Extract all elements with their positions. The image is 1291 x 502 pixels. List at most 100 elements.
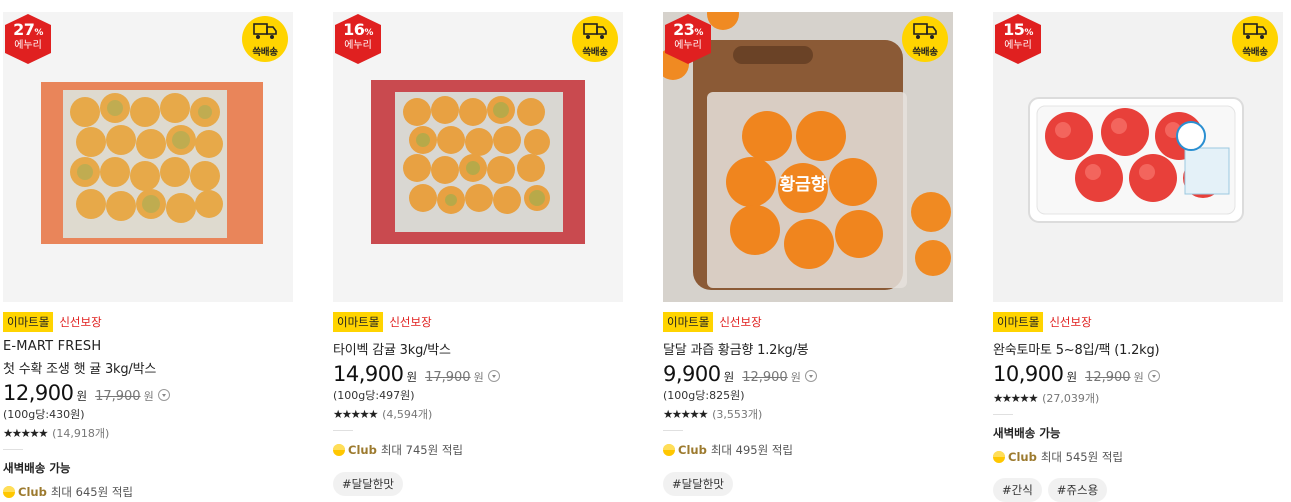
currency-unit: 원: [406, 370, 418, 384]
percent-sign: %: [34, 28, 43, 38]
product-name[interactable]: 첫 수확 조생 햇 귤 3kg/박스: [3, 358, 293, 377]
percent-sign: %: [1024, 28, 1033, 38]
product-name[interactable]: 완숙토마토 5~8입/팩 (1.2kg): [993, 339, 1283, 358]
currency-unit: 원: [1066, 370, 1078, 384]
divider: [333, 430, 353, 431]
currency-unit: 원: [723, 370, 735, 384]
ssg-delivery-badge: 쓱배송: [242, 16, 288, 62]
club-reward: Club 최대 495원 적립: [663, 442, 953, 458]
hashtag-chip[interactable]: #달달한맛: [663, 472, 733, 496]
hashtag-chip[interactable]: #달달한맛: [333, 472, 403, 496]
club-reward: Club 최대 545원 적립: [993, 449, 1283, 465]
product-image[interactable]: 27% 에누리 쓱배송: [3, 12, 293, 302]
sale-price: 12,900: [3, 381, 74, 405]
club-reward: Club 최대 745원 적립: [333, 442, 623, 458]
original-price: 17,900: [425, 370, 471, 385]
club-coin-icon: [663, 444, 675, 456]
sale-price: 9,900: [663, 362, 721, 386]
divider: [663, 430, 683, 431]
freshness-guarantee-tag: 신선보장: [1049, 315, 1092, 329]
club-coin-icon: [993, 451, 1005, 463]
hashtag-chip[interactable]: #쥬스용: [1047, 478, 1108, 502]
percent-sign: %: [694, 28, 703, 38]
discount-label: 에누리: [1004, 40, 1032, 51]
review-count[interactable]: (3,553개): [712, 406, 762, 422]
currency-unit: 원: [143, 390, 154, 403]
sale-price: 10,900: [993, 362, 1064, 386]
discount-percent: 16: [343, 20, 365, 39]
ssg-delivery-label: 쓱배송: [912, 47, 938, 58]
product-image[interactable]: 16% 에누리 쓱배송: [333, 12, 623, 302]
club-reward-text: 최대 745원 적립: [380, 443, 463, 457]
ssg-delivery-badge: 쓱배송: [902, 16, 948, 62]
club-label: Club: [348, 443, 377, 457]
discount-label: 에누리: [344, 40, 372, 51]
club-reward-text: 최대 495원 적립: [710, 443, 793, 457]
ssg-delivery-badge: 쓱배송: [572, 16, 618, 62]
dawn-delivery-label: 새벽배송 가능: [993, 426, 1061, 440]
product-name[interactable]: 타이벡 감귤 3kg/박스: [333, 339, 623, 358]
original-price: 17,900: [95, 389, 141, 404]
percent-sign: %: [364, 28, 373, 38]
unit-price: (100g당:497원): [333, 389, 415, 402]
price-info-icon[interactable]: [804, 370, 817, 382]
sale-price: 14,900: [333, 362, 404, 386]
product-image[interactable]: 황금향 23% 에누리 쓱배송: [663, 12, 953, 302]
divider: [993, 414, 1013, 415]
star-rating: ★★★★★: [993, 391, 1039, 405]
discount-badge: 15% 에누리: [995, 14, 1041, 64]
currency-unit: 원: [76, 389, 88, 403]
emart-mall-tag: 이마트몰: [993, 312, 1044, 332]
ssg-delivery-label: 쓱배송: [582, 47, 608, 58]
emart-mall-tag: 이마트몰: [3, 312, 54, 332]
club-coin-icon: [333, 444, 345, 456]
emart-mall-tag: 이마트몰: [663, 312, 714, 332]
review-count[interactable]: (4,594개): [382, 406, 432, 422]
discount-badge: 23% 에누리: [665, 14, 711, 64]
product-card[interactable]: 15% 에누리 쓱배송 이마트몰 신선보장 완숙토마토 5~8입/팩 (1.2k…: [993, 12, 1283, 502]
price-info-icon[interactable]: [157, 389, 170, 401]
freshness-guarantee-tag: 신선보장: [389, 315, 432, 329]
discount-label: 에누리: [14, 40, 42, 51]
ssg-delivery-label: 쓱배송: [252, 47, 278, 58]
club-label: Club: [678, 443, 707, 457]
product-card[interactable]: 16% 에누리 쓱배송 이마트몰 신선보장 타이벡 감귤 3kg/박스 14,9…: [333, 12, 623, 502]
divider: [3, 449, 23, 450]
product-card[interactable]: 27% 에누리 쓱배송 이마트몰 신선보장 E-MART FRESH 첫 수확 …: [3, 12, 293, 502]
club-coin-icon: [3, 486, 15, 498]
currency-unit: 원: [1133, 371, 1144, 384]
club-reward-text: 최대 545원 적립: [1040, 450, 1123, 464]
discount-percent: 23: [673, 20, 695, 39]
price-info-icon[interactable]: [1147, 370, 1160, 382]
original-price: 12,900: [742, 370, 788, 385]
club-label: Club: [1008, 450, 1037, 464]
ssg-delivery-label: 쓱배송: [1242, 47, 1268, 58]
brand-name[interactable]: E-MART FRESH: [3, 339, 293, 354]
review-count[interactable]: (14,918개): [52, 425, 109, 441]
original-price: 12,900: [1085, 370, 1131, 385]
currency-unit: 원: [473, 371, 484, 384]
freshness-guarantee-tag: 신선보장: [719, 315, 762, 329]
currency-unit: 원: [790, 371, 801, 384]
product-name[interactable]: 달달 과즙 황금향 1.2kg/봉: [663, 339, 953, 358]
discount-badge: 16% 에누리: [335, 14, 381, 64]
product-image[interactable]: 15% 에누리 쓱배송: [993, 12, 1283, 302]
discount-label: 에누리: [674, 40, 702, 51]
star-rating: ★★★★★: [3, 426, 49, 440]
unit-price: (100g당:825원): [663, 389, 745, 402]
product-card[interactable]: 황금향 23% 에누리 쓱배송 이마트몰 신선보장 달달 과즙 황금향 1.2k…: [663, 12, 953, 502]
review-count[interactable]: (27,039개): [1042, 390, 1099, 406]
star-rating: ★★★★★: [333, 407, 379, 421]
ssg-delivery-badge: 쓱배송: [1232, 16, 1278, 62]
discount-badge: 27% 에누리: [5, 14, 51, 64]
club-reward: Club 최대 645원 적립: [3, 484, 293, 500]
unit-price: (100g당:430원): [3, 408, 85, 421]
club-label: Club: [18, 485, 47, 499]
price-info-icon[interactable]: [487, 370, 500, 382]
hashtag-chip[interactable]: #간식: [993, 478, 1042, 502]
star-rating: ★★★★★: [663, 407, 709, 421]
bag-label: 황금향: [780, 174, 827, 195]
discount-percent: 15: [1003, 20, 1025, 39]
club-reward-text: 최대 645원 적립: [50, 485, 133, 499]
discount-percent: 27: [13, 20, 35, 39]
